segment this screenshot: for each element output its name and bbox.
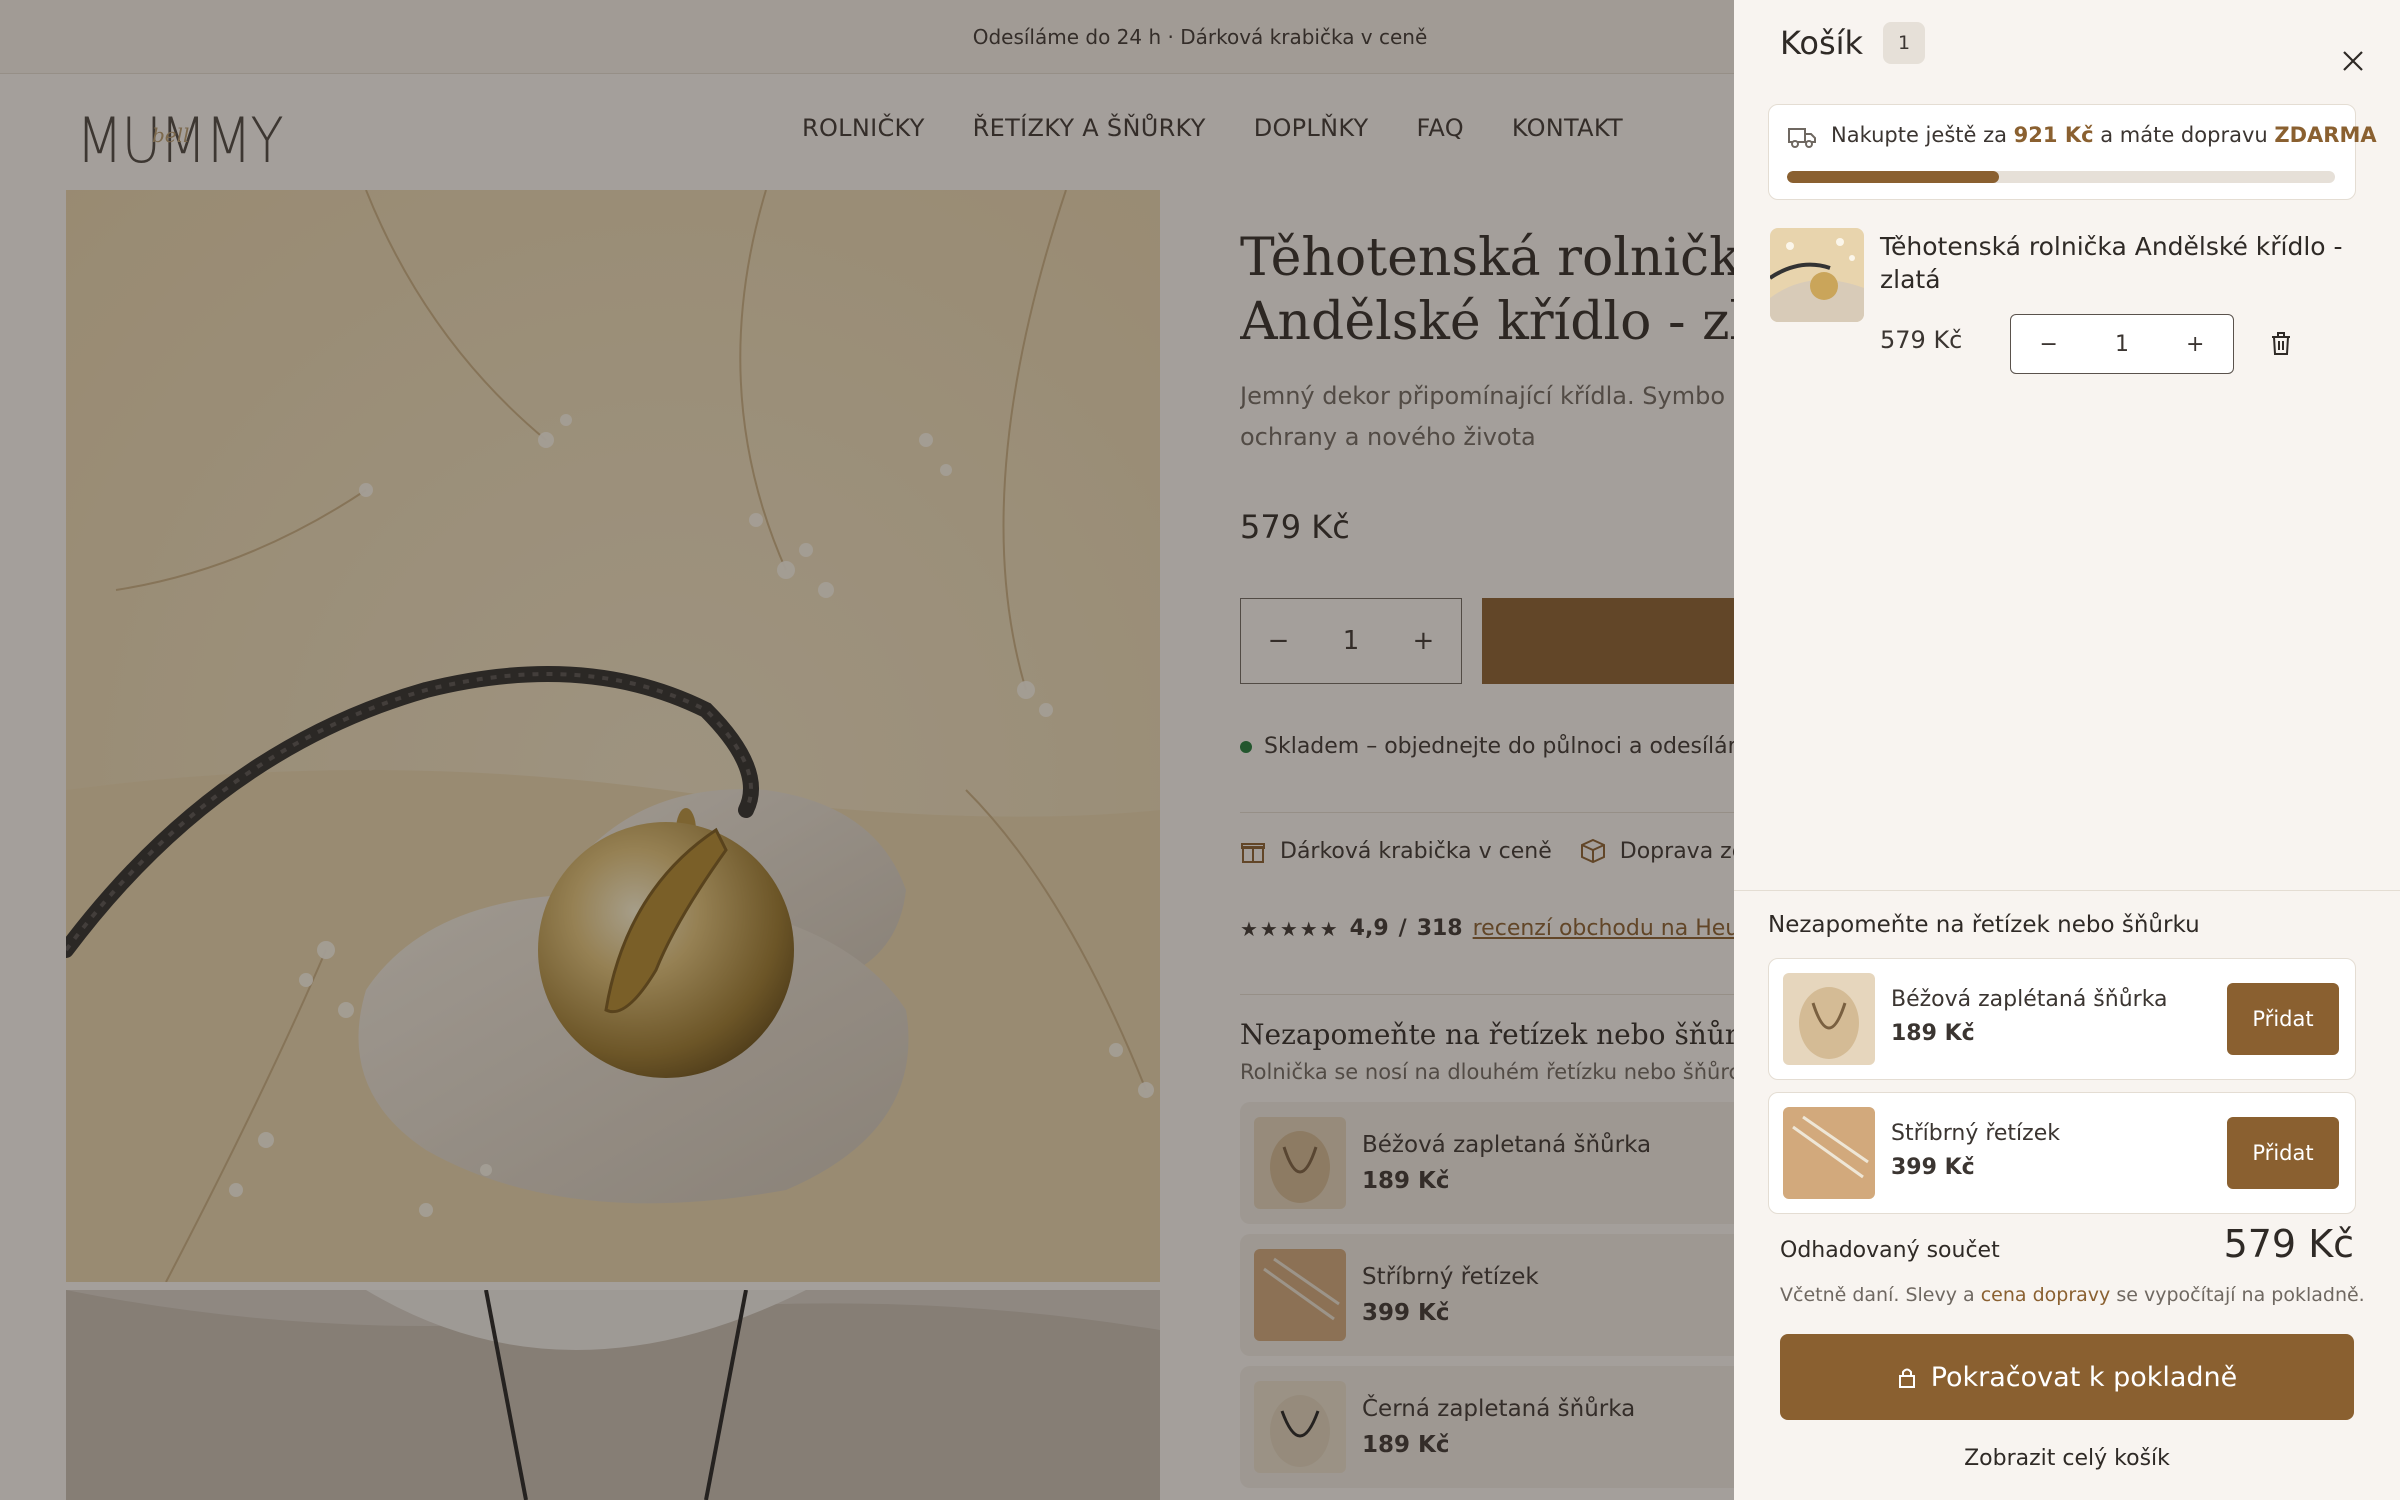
upsell-thumbnail	[1783, 1107, 1875, 1199]
cart-drawer: Košík 1 Nakupte ještě za 921 Kč a máte d…	[1734, 0, 2400, 1500]
cart-line-item: Těhotenská rolnička Andělské křídlo - zl…	[1770, 226, 2360, 376]
view-cart-link[interactable]: Zobrazit celý košík	[1734, 1446, 2400, 1471]
add-upsell-button[interactable]: Přidat	[2227, 1117, 2339, 1189]
truck-icon	[1788, 128, 1816, 148]
cart-quantity-value[interactable]: 1	[2115, 332, 2129, 357]
upsell-price: 189 Kč	[1891, 1021, 1975, 1046]
upsell-name: Béžová zaplétaná šňůrka	[1891, 987, 2168, 1012]
cart-item-name[interactable]: Těhotenská rolnička Andělské křídlo - zl…	[1880, 230, 2350, 296]
add-upsell-button[interactable]: Přidat	[2227, 983, 2339, 1055]
trash-icon[interactable]	[2266, 328, 2296, 358]
shipping-cost-link[interactable]: cena dopravy	[1981, 1284, 2111, 1306]
product-page: Odesíláme do 24 h · Dárková krabička v c…	[0, 0, 2400, 1500]
upsell-item: Béžová zaplétaná šňůrka 189 Kč Přidat	[1768, 958, 2356, 1080]
close-icon[interactable]	[2338, 46, 2368, 76]
subtotal-label: Odhadovaný součet	[1780, 1238, 2000, 1263]
free-shipping-text: Nakupte ještě za 921 Kč a máte dopravu Z…	[1831, 123, 2377, 147]
upsell-item: Stříbrný řetízek 399 Kč Přidat	[1768, 1092, 2356, 1214]
upsell-thumbnail	[1783, 973, 1875, 1065]
subtotal-value: 579 Kč	[2223, 1222, 2354, 1266]
progress-fill	[1787, 171, 1999, 183]
modal-overlay[interactable]	[0, 0, 1734, 1500]
cart-count-badge: 1	[1883, 22, 1926, 64]
cart-item-thumbnail[interactable]	[1770, 228, 1864, 322]
tax-note: Včetně daní. Slevy a cena dopravy se vyp…	[1780, 1284, 2365, 1306]
minus-icon[interactable]: −	[2040, 332, 2058, 357]
checkout-button[interactable]: Pokračovat k pokladně	[1780, 1334, 2354, 1420]
free-shipping-progress	[1787, 171, 2335, 183]
upsell-price: 399 Kč	[1891, 1155, 1975, 1180]
lock-icon	[1898, 1368, 1915, 1388]
plus-icon[interactable]: +	[2186, 332, 2204, 357]
free-shipping-box: Nakupte ještě za 921 Kč a máte dopravu Z…	[1768, 104, 2377, 200]
cart-quantity-stepper: − 1 +	[2010, 314, 2234, 374]
upsell-name: Stříbrný řetízek	[1891, 1121, 2060, 1146]
cart-item-price: 579 Kč	[1880, 326, 1963, 354]
cart-title: Košík	[1780, 24, 1864, 62]
divider	[1734, 890, 2400, 891]
upsell-title: Nezapomeňte na řetízek nebo šňůrku	[1768, 912, 2200, 938]
cart-header: Košík 1	[1780, 22, 1926, 64]
